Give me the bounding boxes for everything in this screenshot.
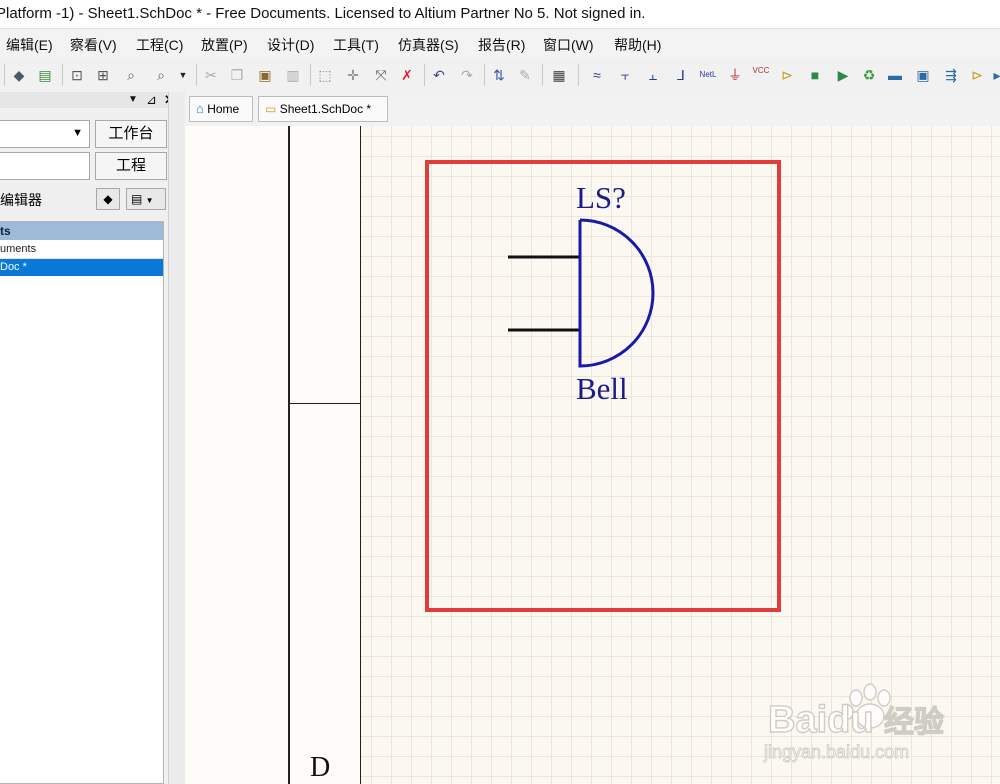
tab-home[interactable]: ⌂ Home (189, 96, 253, 122)
project-tree: ts uments Doc * (0, 221, 164, 784)
harness-connector-icon[interactable]: ▣ (914, 66, 932, 84)
move-icon[interactable]: ✛ (344, 66, 362, 84)
workspace-dropdown[interactable]: ▼ (0, 120, 90, 148)
menu-edit[interactable]: 编辑(E) (6, 35, 53, 55)
zone-divider (288, 403, 361, 404)
watermark-brand: Baidu (768, 699, 874, 741)
pencil-icon[interactable]: ✎ (516, 66, 534, 84)
more-tools-icon[interactable]: ▸ (988, 66, 1000, 84)
sheet-border-line (360, 126, 361, 784)
place-part-icon[interactable]: ⊳ (778, 66, 796, 84)
workbench-button[interactable]: 工作台 (95, 120, 167, 148)
menu-reports[interactable]: 报告(R) (478, 35, 525, 55)
cross-probe-icon[interactable]: ⇅ (490, 66, 508, 84)
zoom-select-icon[interactable]: ⌕ (122, 66, 140, 84)
window-title: Platform -1) - Sheet1.SchDoc * - Free Do… (0, 5, 646, 22)
document-tab-bar: ⌂ Home ▭ Sheet1.SchDoc * (185, 92, 1000, 127)
menu-project[interactable]: 工程(C) (136, 35, 183, 55)
project-field[interactable] (0, 152, 90, 180)
port-icon[interactable]: ▬ (886, 66, 904, 84)
zoom-fit-icon[interactable]: ⊡ (68, 66, 86, 84)
net-label-icon[interactable]: NetL (696, 66, 720, 84)
menu-simulator[interactable]: 仿真器(S) (398, 35, 459, 55)
wire-icon[interactable]: ≈ (588, 66, 606, 84)
sheet-entry-icon[interactable]: ▶ (834, 66, 852, 84)
gnd-port-icon[interactable]: ⏚ (726, 66, 744, 84)
rubber-stamp-icon[interactable]: ▥ (284, 66, 302, 84)
panel-menu-icon[interactable]: ▼ (128, 92, 138, 108)
home-icon: ⌂ (196, 101, 204, 116)
cut-icon[interactable]: ✂ (202, 66, 220, 84)
projects-panel: ▼ ⊿ ✕ ▼ 工作台 工程 编辑器 ◆ ▤ ▼ ts uments Doc * (0, 92, 185, 784)
pin-icon[interactable]: ⊿ (146, 92, 157, 108)
bus-entry-icon[interactable]: ⫠ (644, 66, 662, 84)
device-sheet-icon[interactable]: ♻ (860, 66, 878, 84)
project-button[interactable]: 工程 (95, 152, 167, 180)
editor-label: 编辑器 (0, 192, 42, 208)
tree-item-documents[interactable]: uments (0, 241, 163, 259)
layers-icon[interactable]: ◆ (10, 66, 28, 84)
structure-view-icon[interactable]: ▤ ▼ (126, 188, 166, 210)
toolbar: ◆ ▤ ⊡ ⊞ ⌕ ⌕ ▼ ✂ ❐ ▣ ▥ ⬚ ✛ ⤧ ✗ ↶ ↷ ⇅ ✎ ▦ … (0, 58, 1000, 93)
menu-help[interactable]: 帮助(H) (614, 35, 661, 55)
sheet-border-line (288, 126, 290, 784)
chevron-down-icon: ▼ (72, 127, 83, 139)
panel-splitter[interactable] (168, 92, 186, 784)
tree-header: ts (0, 222, 163, 240)
menu-tools[interactable]: 工具(T) (333, 35, 379, 55)
chevron-down-icon[interactable]: ▼ (174, 66, 192, 84)
file-view-icon[interactable]: ◆ (96, 188, 120, 210)
menu-design[interactable]: 设计(D) (267, 35, 314, 55)
window-title-bar: Platform -1) - Sheet1.SchDoc * - Free Do… (0, 0, 1000, 28)
drag-icon[interactable]: ⤧ (372, 66, 390, 84)
schematic-doc-icon: ▭ (265, 102, 277, 116)
sheet-margin (185, 126, 361, 784)
menu-bar: 编辑(E) 察看(V) 工程(C) 放置(P) 设计(D) 工具(T) 仿真器(… (0, 28, 1000, 59)
zoom-area-icon[interactable]: ⊞ (94, 66, 112, 84)
tab-sheet1-label: Sheet1.SchDoc * (279, 102, 372, 116)
undo-icon[interactable]: ↶ (430, 66, 448, 84)
copy-icon[interactable]: ❐ (228, 66, 246, 84)
component-comment[interactable]: Bell (576, 371, 628, 407)
tab-sheet1[interactable]: ▭ Sheet1.SchDoc * (258, 96, 388, 122)
bell-body (578, 218, 655, 368)
menu-window[interactable]: 窗口(W) (543, 35, 594, 55)
tree-item-schdoc[interactable]: Doc * (0, 259, 163, 276)
menu-view[interactable]: 察看(V) (70, 35, 117, 55)
watermark-url: jingyan.baidu.com (763, 742, 909, 762)
menu-place[interactable]: 放置(P) (201, 35, 248, 55)
watermark-cn: 经验 (884, 705, 944, 740)
bell-symbol[interactable] (500, 210, 660, 370)
select-rect-icon[interactable]: ⬚ (316, 66, 334, 84)
library-icon[interactable]: ▤ (36, 66, 54, 84)
harness-entry-icon[interactable]: ⇶ (942, 66, 960, 84)
panel-header: ▼ ⊿ ✕ (0, 92, 183, 108)
baidu-watermark: Baidu 经验 jingyan.baidu.com (763, 683, 945, 762)
deselect-icon[interactable]: ✗ (398, 66, 416, 84)
redo-icon[interactable]: ↷ (458, 66, 476, 84)
vcc-port-icon[interactable]: VCC (750, 66, 772, 84)
signal-harness-icon[interactable]: ⅃ (672, 66, 690, 84)
tab-home-label: Home (207, 102, 240, 116)
sheet-symbol-icon[interactable]: ■ (806, 66, 824, 84)
browse-library-icon[interactable]: ▦ (550, 66, 568, 84)
zoom-menu-icon[interactable]: ⌕ (152, 66, 170, 84)
paste-icon[interactable]: ▣ (256, 66, 274, 84)
off-sheet-icon[interactable]: ⊳ (968, 66, 986, 84)
bus-icon[interactable]: ⫟ (616, 66, 634, 84)
zone-letter: D (310, 752, 331, 783)
